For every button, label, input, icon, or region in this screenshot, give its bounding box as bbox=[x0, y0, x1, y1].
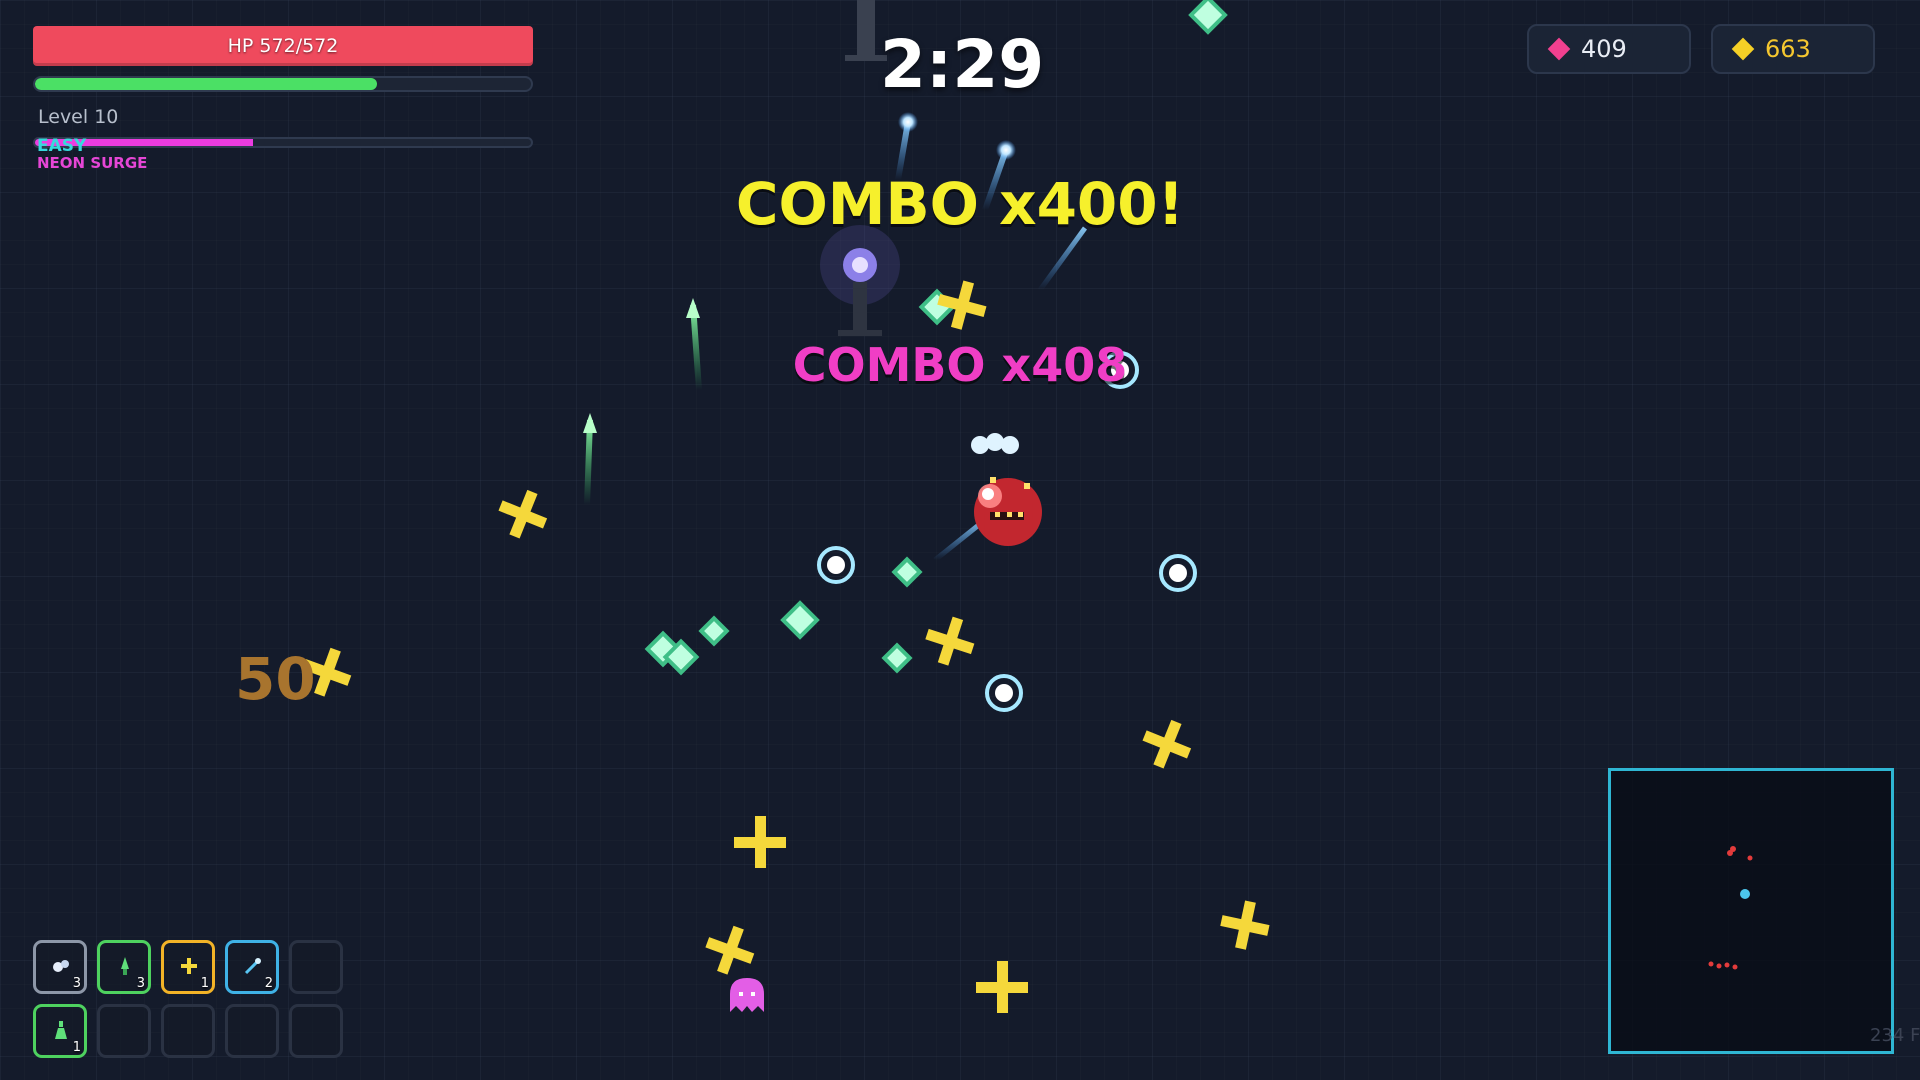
gem-counter: 409 bbox=[1527, 24, 1691, 74]
orb-weapon-icon bbox=[50, 955, 72, 977]
health-bar: HP 572/572 bbox=[33, 26, 533, 66]
slot-count: 3 bbox=[136, 976, 145, 991]
minimap-enemy-marker bbox=[1708, 961, 1714, 967]
inventory-slot-empty[interactable] bbox=[225, 1004, 279, 1058]
gold-cross-projectile bbox=[734, 816, 786, 868]
slot-count: 1 bbox=[72, 1040, 81, 1055]
xp-gem bbox=[881, 642, 913, 674]
minimap-enemy-marker bbox=[1732, 964, 1738, 970]
minimap-enemy-marker bbox=[1747, 855, 1753, 861]
slot-count: 1 bbox=[200, 976, 209, 991]
xp-gem bbox=[780, 600, 820, 640]
gold-count: 663 bbox=[1765, 35, 1811, 63]
combo-banner: COMBO x400! bbox=[735, 170, 1185, 238]
slot-count: 2 bbox=[264, 976, 273, 991]
gold-cross-projectile bbox=[705, 925, 755, 975]
health-text: HP 572/572 bbox=[227, 35, 339, 57]
gold-cross-icon bbox=[178, 955, 200, 977]
level-progress-bar bbox=[33, 137, 533, 148]
minimap-enemy-marker bbox=[1724, 962, 1730, 968]
inventory-slot[interactable]: 3 bbox=[33, 940, 87, 994]
game-viewport[interactable]: HP 572/572 Level 10 EASY NEON SURGE 2:29… bbox=[0, 0, 1920, 1080]
green-potion-icon bbox=[50, 1019, 72, 1041]
gem-count: 409 bbox=[1581, 35, 1627, 63]
minimap-canvas bbox=[1708, 846, 1753, 970]
inventory-slot[interactable]: 1 bbox=[33, 1004, 87, 1058]
ghost-enemy bbox=[730, 978, 764, 1012]
lamp-post-purple bbox=[820, 225, 900, 336]
green-dart-projectile bbox=[583, 413, 597, 506]
experience-bar bbox=[33, 76, 533, 92]
fps-counter: 234 FPS bbox=[1870, 1025, 1920, 1046]
inventory-slot-empty[interactable] bbox=[97, 1004, 151, 1058]
minimap-enemy-marker bbox=[1730, 846, 1736, 852]
stage-name-label: NEON SURGE bbox=[37, 154, 148, 172]
inventory-slot-empty[interactable] bbox=[289, 940, 343, 994]
gold-cross-projectile bbox=[976, 961, 1028, 1013]
pink-gem-icon bbox=[1547, 37, 1571, 61]
player-character bbox=[971, 433, 1042, 546]
minimap-player-marker bbox=[1740, 889, 1750, 899]
ring-orb bbox=[985, 674, 1023, 712]
minimap[interactable] bbox=[1608, 768, 1894, 1054]
green-dart-icon bbox=[114, 955, 136, 977]
inventory-slot-empty[interactable] bbox=[161, 1004, 215, 1058]
inventory-slot[interactable]: 1 bbox=[161, 940, 215, 994]
inventory-slot[interactable]: 3 bbox=[97, 940, 151, 994]
level-label: Level 10 bbox=[38, 106, 119, 128]
survival-timer: 2:29 bbox=[880, 26, 1045, 103]
ring-orb bbox=[1159, 554, 1197, 592]
experience-bar-fill bbox=[35, 78, 378, 90]
ring-orb bbox=[817, 546, 855, 584]
xp-gem bbox=[891, 556, 923, 588]
gold-gem-icon bbox=[1731, 37, 1755, 61]
green-dart-projectile bbox=[686, 298, 702, 391]
minimap-enemy-marker bbox=[1716, 963, 1722, 969]
difficulty-label: EASY bbox=[37, 136, 87, 156]
gold-cross-projectile bbox=[1142, 719, 1192, 769]
inventory-slot-empty[interactable] bbox=[289, 1004, 343, 1058]
xp-gem bbox=[698, 615, 730, 647]
damage-number: 50 bbox=[235, 645, 316, 713]
slot-count: 3 bbox=[72, 976, 81, 991]
gold-counter: 663 bbox=[1711, 24, 1875, 74]
combo-counter: COMBO x408 bbox=[792, 338, 1128, 392]
gold-cross-projectile bbox=[498, 489, 548, 539]
blue-bolt-icon bbox=[242, 955, 264, 977]
inventory-slot[interactable]: 2 bbox=[225, 940, 279, 994]
xp-gem bbox=[1188, 0, 1228, 35]
gold-cross-projectile bbox=[937, 280, 987, 330]
gold-cross-projectile bbox=[1220, 900, 1270, 950]
gold-cross-projectile bbox=[925, 616, 975, 666]
